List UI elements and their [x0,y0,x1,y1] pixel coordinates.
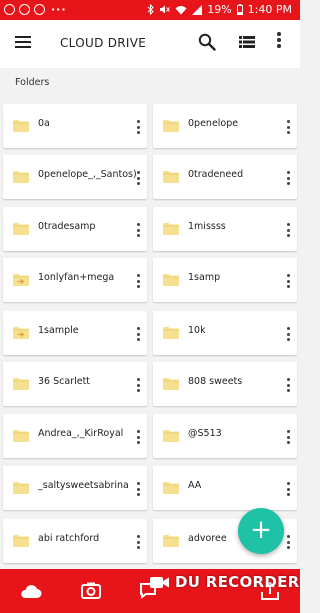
folder-name: 0tradesamp [38,221,96,232]
folder-item[interactable]: 1sample [3,311,147,355]
folder-item[interactable]: 0tradesamp [3,207,147,251]
folder-item[interactable]: 36 Scarlett [3,362,147,406]
folder-icon [13,535,29,547]
folder-name: 1samp [188,272,221,283]
app-bar: CLOUD DRIVE [0,20,300,68]
folder-icon [163,171,179,183]
folder-name: 808 sweets [188,376,243,387]
folder-icon [163,120,179,132]
notification-icon [34,4,45,15]
battery-icon [236,4,243,15]
more-vert-icon[interactable] [284,426,292,448]
more-vert-icon[interactable] [134,116,142,138]
folder-item[interactable]: 0penelope [153,104,297,148]
folder-icon [163,327,179,339]
shared-folder-icon [13,274,29,286]
folder-icon [163,430,179,442]
folder-item[interactable]: 1samp [153,258,297,302]
folder-icon [13,223,29,235]
folder-icon [13,378,29,390]
folder-icon [163,274,179,286]
more-vert-icon[interactable] [134,219,142,241]
more-vert-icon[interactable] [284,116,292,138]
more-vert-icon[interactable] [284,270,292,292]
video-camera-icon [150,577,169,588]
folder-name: 1sample [38,325,79,336]
folder-icon [13,120,29,132]
more-notifications-icon: ··· [51,3,67,16]
folder-item[interactable]: 0a [3,104,147,148]
folder-name: 1onlyfan+mega [38,272,115,283]
battery-level: 19% [207,3,232,16]
folder-item[interactable]: @S513 [153,414,297,458]
recorder-watermark: DU RECORDER [150,573,300,591]
more-vert-icon[interactable] [284,478,292,500]
signal-icon [192,4,203,15]
more-vert-icon[interactable] [284,531,292,553]
folder-item[interactable]: _saltysweetsabrina [3,466,147,510]
folder-name: 0tradeneed [188,169,244,180]
folder-item[interactable]: abi ratchford [3,519,147,563]
folder-item[interactable]: 1missss [153,207,297,251]
folder-icon [13,430,29,442]
more-vert-icon[interactable] [134,478,142,500]
cloud-drive-icon[interactable] [19,579,43,603]
folder-icon [163,535,179,547]
menu-icon[interactable] [15,36,31,48]
more-vert-icon[interactable] [276,32,282,52]
folder-name: 1missss [188,221,226,232]
more-vert-icon[interactable] [134,374,142,396]
folder-name: 10k [188,325,206,336]
folder-item[interactable]: AA [153,466,297,510]
folder-icon [163,378,179,390]
folder-name: 0penelope_,_Santos) [38,169,137,180]
folder-item[interactable]: Andrea_,_KirRoyal [3,414,147,458]
more-vert-icon[interactable] [284,374,292,396]
folder-name: @S513 [188,428,222,439]
more-vert-icon[interactable] [134,323,142,345]
more-vert-icon[interactable] [134,531,142,553]
more-vert-icon[interactable] [284,167,292,189]
folder-name: _saltysweetsabrina [38,480,129,491]
folder-icon [163,482,179,494]
search-icon[interactable] [198,33,216,51]
list-view-icon[interactable] [239,36,255,48]
add-icon: + [250,515,272,545]
folder-item[interactable]: 1onlyfan+mega [3,258,147,302]
folder-item[interactable]: 808 sweets [153,362,297,406]
folder-name: advoree [188,533,227,544]
folder-item[interactable]: 0penelope_,_Santos) [3,155,147,199]
folder-item[interactable]: 0tradeneed [153,155,297,199]
watermark-text: DU RECORDER [175,573,300,591]
shared-folder-icon [13,327,29,339]
camera-uploads-icon[interactable] [79,579,103,603]
clock: 1:40 PM [247,3,292,16]
folder-item[interactable]: 10k [153,311,297,355]
notification-icon [19,4,30,15]
more-vert-icon[interactable] [134,167,142,189]
folder-name: 36 Scarlett [38,376,91,387]
wifi-icon [175,5,187,14]
mute-icon [160,5,171,14]
folder-icon [13,482,29,494]
more-vert-icon[interactable] [284,323,292,345]
bluetooth-icon [147,4,154,15]
folder-name: 0penelope [188,118,239,129]
add-button[interactable]: + [238,508,284,554]
folder-icon [13,171,29,183]
status-bar: ··· 19% 1:40 PM [0,0,300,20]
folder-name: AA [188,480,202,491]
more-vert-icon[interactable] [284,219,292,241]
notification-icon [4,4,15,15]
folder-name: Andrea_,_KirRoyal [38,428,124,439]
folder-name: 0a [38,118,50,129]
more-vert-icon[interactable] [134,426,142,448]
folder-name: abi ratchford [38,533,100,544]
page-title: CLOUD DRIVE [60,36,147,50]
section-title: Folders [15,77,50,88]
more-vert-icon[interactable] [134,270,142,292]
folder-icon [163,223,179,235]
